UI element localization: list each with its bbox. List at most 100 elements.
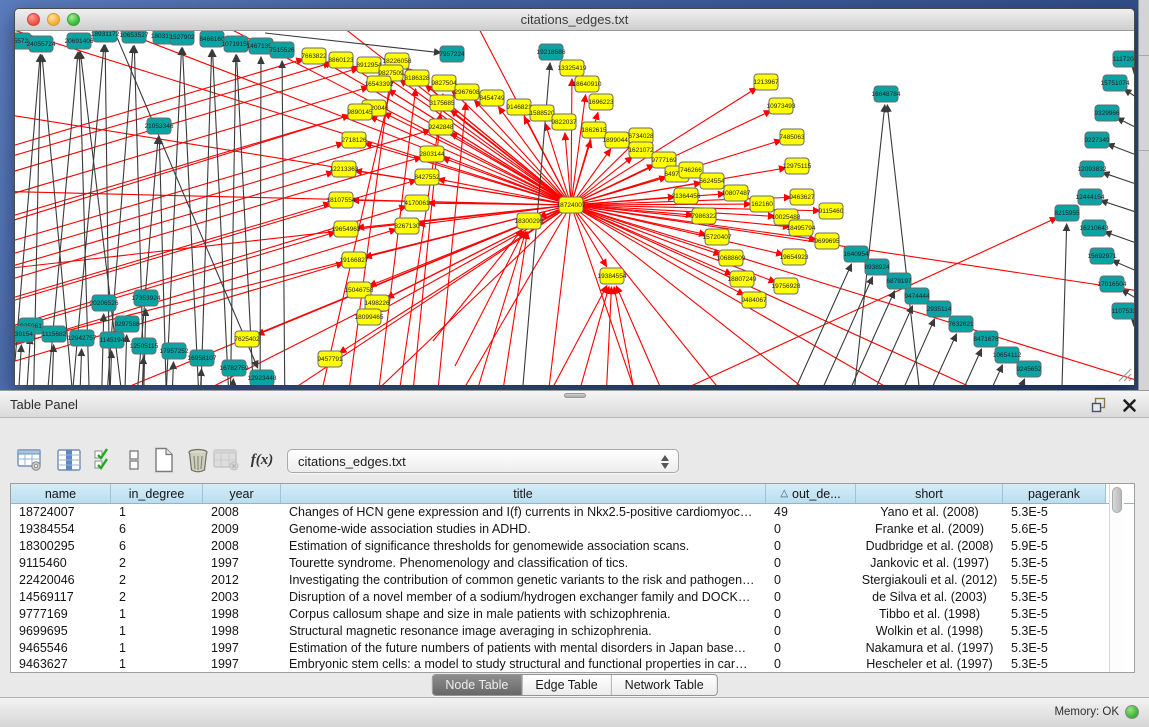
graph-node[interactable]: 8186328 [404,70,430,86]
table-row[interactable]: 1938455462009Genome-wide association stu… [11,521,1134,538]
graph-node[interactable]: 1640954 [843,246,869,262]
graph-node[interactable]: 17957252 [160,343,189,359]
graph-node[interactable]: 8938924 [864,259,890,275]
graph-node[interactable]: 9822037 [551,114,577,130]
graph-node[interactable]: 9484067 [741,292,767,308]
column-header-pagerank[interactable]: pagerank [1003,484,1106,503]
tab-edge-table[interactable]: Edge Table [522,675,611,695]
table-row[interactable]: 1872400712008Changes of HCN gene express… [11,504,1134,521]
graph-node[interactable]: 1696223 [588,94,614,110]
graph-node[interactable]: 3175685 [429,95,455,111]
graph-node[interactable]: 7485063 [779,129,805,145]
tab-node-table[interactable]: Node Table [432,675,522,695]
graph-node[interactable]: 9699695 [814,233,840,249]
graph-node[interactable]: 6879197 [886,273,912,289]
graph-node[interactable]: 1527902 [169,31,195,45]
graph-node[interactable]: 18640910 [573,76,602,92]
graph-node[interactable]: 19384554 [598,268,627,284]
graph-node[interactable]: 5624554 [699,173,725,189]
graph-node[interactable]: 21364456 [672,188,701,204]
graph-node[interactable]: 1621072 [628,142,654,158]
graph-node[interactable]: 9474444 [904,288,930,304]
graph-node[interactable]: 20691406 [65,33,94,49]
rows-button[interactable] [120,446,148,474]
graph-node[interactable]: 18300295 [515,213,544,229]
graph-node[interactable]: 12923448 [248,370,277,385]
graph-node[interactable]: 12444154 [1076,189,1105,205]
graph-node[interactable]: 9329966 [1094,105,1120,121]
table-source-select[interactable]: citations_edges.txt [287,449,679,473]
graph-node[interactable]: 24055724 [27,36,56,52]
graph-node[interactable]: 9146821 [506,99,532,115]
scrollbar-thumb[interactable] [1112,487,1122,513]
new-document-button[interactable] [150,446,178,474]
graph-node[interactable]: 12093832 [1078,161,1107,177]
graph-node[interactable]: 7515526 [269,42,295,58]
table-row[interactable]: 969969511998Structural magnetic resonanc… [11,622,1134,639]
graph-node[interactable]: 2718126 [341,132,367,148]
graph-node[interactable]: 7632621 [948,316,974,332]
table-row[interactable]: 2242004622012Investigating the contribut… [11,572,1134,589]
network-canvas[interactable]: 2055724240557242069140618931172106535271… [15,31,1134,385]
graph-node[interactable]: 746266 [679,162,703,178]
graph-node[interactable]: 13325419 [558,60,587,76]
graph-node[interactable]: 2935114 [927,301,952,317]
graph-node[interactable]: 12213363 [330,161,359,177]
graph-node[interactable]: 8215955 [1054,205,1080,221]
graph-node[interactable]: 10973493 [767,98,796,114]
graph-node[interactable]: 939154 [15,326,34,342]
close-panel-icon[interactable] [1122,398,1137,413]
column-header-in_degree[interactable]: in_degree [111,484,203,503]
graph-node[interactable]: 16782759 [220,360,249,376]
graph-node[interactable]: 19756928 [772,278,801,294]
graph-node[interactable]: 10654112 [993,347,1022,363]
graph-node[interactable]: 1117204 [1113,51,1134,67]
table-row[interactable]: 911546021997Tourette syndrome. Phenomeno… [11,555,1134,572]
delete-button[interactable] [184,446,212,474]
graph-node[interactable]: 17016504 [1098,276,1127,292]
graph-node[interactable]: 9297588 [114,316,140,332]
float-panel-icon[interactable] [1090,396,1108,414]
graph-node[interactable]: 15720407 [703,229,732,245]
column-header-title[interactable]: title [281,484,766,503]
graph-node[interactable]: 9827504 [431,75,457,91]
graph-node[interactable]: 18807249 [728,271,757,287]
graph-node[interactable]: 19654963 [332,221,361,237]
graph-node[interactable]: 19218586 [537,44,566,60]
graph-node[interactable]: 7625402 [234,331,260,347]
column-header-year[interactable]: year [203,484,281,503]
table-row[interactable]: 977716911998Corpus callosum shape and si… [11,605,1134,622]
graph-node[interactable]: 8860123 [328,52,354,68]
graph-node[interactable]: 12505115 [130,338,159,354]
table-row[interactable]: 1830029562008Estimation of significance … [11,538,1134,555]
graph-node[interactable]: 9457791 [317,351,343,367]
graph-node[interactable]: 9890145 [347,104,373,120]
graph-node[interactable]: 17353924 [132,290,161,306]
table-row[interactable]: 946554611997Estimation of the future num… [11,639,1134,656]
graph-node[interactable]: 10807487 [722,185,751,201]
column-header-name[interactable]: name [11,484,111,503]
graph-node[interactable]: 9463627 [789,189,815,205]
graph-node[interactable]: 19654923 [780,249,809,265]
graph-node[interactable]: 16210643 [1080,220,1109,236]
graph-node[interactable]: 15751074 [1101,75,1130,91]
panel-divider-grip[interactable] [564,393,586,398]
graph-node[interactable]: 1107533 [1112,303,1134,319]
table-row[interactable]: 946362711997Embryonic stem cells: a mode… [11,656,1134,673]
graph-node[interactable]: 1115682 [42,326,67,342]
graph-node[interactable]: 12975115 [783,158,812,174]
graph-node[interactable]: 10653527 [120,31,149,43]
graph-node[interactable]: 162160 [750,196,774,212]
table-row[interactable]: 1456911722003Disruption of a novel membe… [11,588,1134,605]
table-settings-button[interactable] [16,446,44,474]
graph-node[interactable]: 9227349 [1084,132,1110,148]
graph-node[interactable]: 8454749 [479,90,505,106]
graph-node[interactable]: 7957224 [439,46,465,62]
tab-network-table[interactable]: Network Table [612,675,717,695]
graph-node[interactable]: 8471676 [973,331,999,347]
function-builder-button[interactable]: f(x) [248,446,276,474]
select-column-button[interactable] [55,446,83,474]
graph-node[interactable]: 18099465 [355,309,384,325]
graph-node[interactable]: 10688609 [717,250,746,266]
graph-node[interactable]: 2967608 [454,84,480,100]
